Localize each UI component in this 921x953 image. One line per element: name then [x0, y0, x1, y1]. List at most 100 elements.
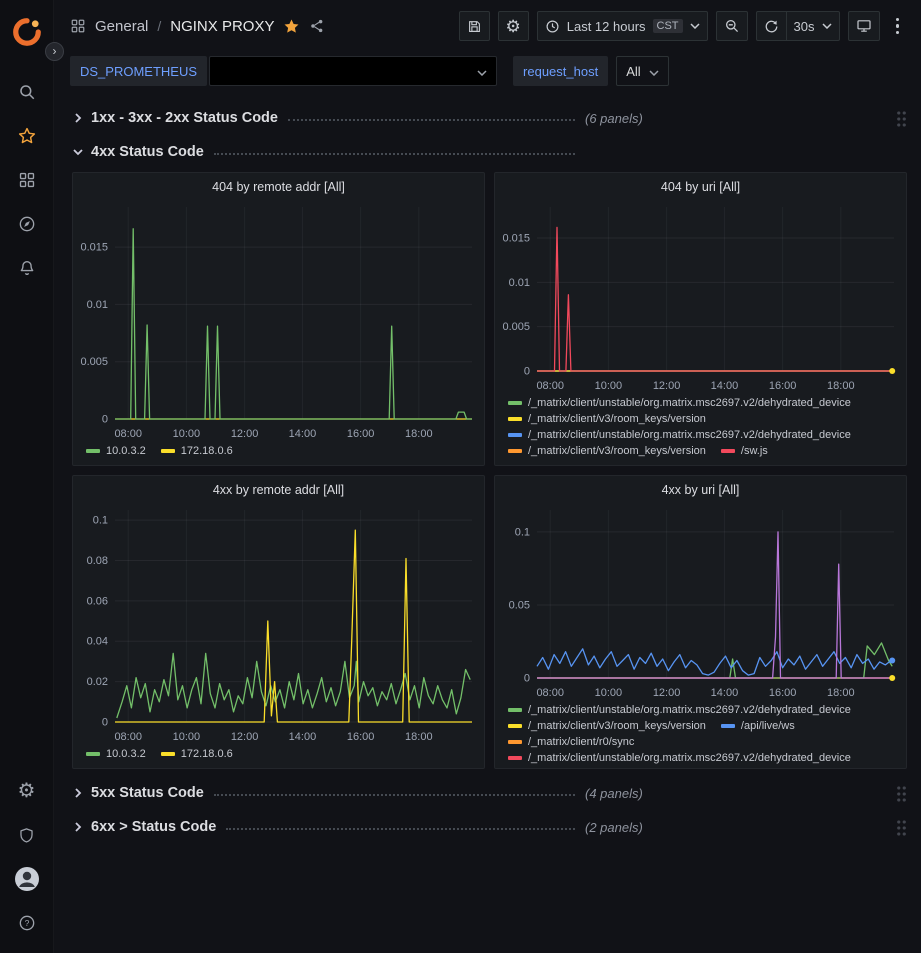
shield-icon	[18, 827, 35, 844]
row-panel-count: (4 panels)	[585, 786, 643, 801]
legend-item[interactable]: 172.18.0.6	[161, 748, 233, 760]
svg-text:0.015: 0.015	[80, 242, 108, 254]
sidebar-item-explore[interactable]	[7, 202, 47, 246]
timeseries-chart[interactable]: 08:0010:0012:0014:0016:0018:0000.0050.01…	[495, 200, 906, 395]
series-swatch	[721, 449, 735, 453]
svg-text:16:00: 16:00	[769, 380, 797, 392]
row-title: 1xx - 3xx - 2xx Status Code	[91, 110, 278, 126]
share-icon[interactable]	[309, 18, 325, 34]
star-icon	[18, 127, 36, 145]
row-drag-handle[interactable]	[896, 785, 907, 802]
legend-item[interactable]: /_matrix/client/v3/room_keys/version	[508, 413, 706, 425]
svg-text:12:00: 12:00	[231, 731, 259, 743]
time-range-picker[interactable]: Last 12 hours CST	[537, 11, 708, 41]
legend-label: /_matrix/client/unstable/org.matrix.msc2…	[528, 752, 851, 764]
svg-text:14:00: 14:00	[711, 687, 739, 699]
legend-item[interactable]: /_matrix/client/v3/room_keys/version	[508, 720, 706, 732]
series-swatch	[508, 417, 522, 421]
legend-label: /_matrix/client/unstable/org.matrix.msc2…	[528, 397, 851, 409]
dashboard-settings-button[interactable]: ⚙	[498, 11, 529, 41]
svg-text:08:00: 08:00	[114, 731, 142, 743]
legend-item[interactable]: 10.0.3.2	[86, 445, 146, 457]
sidebar-item-profile[interactable]	[7, 857, 47, 901]
breadcrumb-dashboard-title[interactable]: NGINX PROXY	[170, 18, 274, 35]
refresh-button[interactable]	[756, 11, 787, 41]
svg-text:18:00: 18:00	[827, 687, 855, 699]
gear-icon: ⚙	[506, 18, 521, 35]
row-drag-handle[interactable]	[896, 110, 907, 127]
svg-text:0.02: 0.02	[87, 676, 108, 688]
panel-legend: 10.0.3.2 172.18.0.6	[73, 443, 484, 465]
sidebar-item-server-admin[interactable]	[7, 813, 47, 857]
breadcrumb-separator: /	[157, 18, 161, 34]
series-swatch	[508, 433, 522, 437]
save-dashboard-button[interactable]	[459, 11, 490, 41]
legend-item[interactable]: /_matrix/client/unstable/org.matrix.msc2…	[508, 752, 851, 764]
series-swatch	[508, 708, 522, 712]
svg-text:08:00: 08:00	[536, 380, 564, 392]
timeseries-chart[interactable]: 08:0010:0012:0014:0016:0018:0000.0050.01…	[73, 200, 484, 443]
legend-item[interactable]: 172.18.0.6	[161, 445, 233, 457]
legend-item[interactable]: /_matrix/client/r0/sync	[508, 736, 634, 748]
sidebar-item-alerting[interactable]	[7, 246, 47, 290]
svg-text:?: ?	[24, 918, 29, 928]
panel-4xx-by-uri: 4xx by uri [All] 08:0010:0012:0014:0016:…	[494, 475, 907, 769]
legend-item[interactable]: /_matrix/client/unstable/org.matrix.msc2…	[508, 397, 851, 409]
legend-label: /_matrix/client/unstable/org.matrix.msc2…	[528, 704, 851, 716]
svg-text:08:00: 08:00	[536, 687, 564, 699]
variable-value-dropdown[interactable]: All	[616, 56, 668, 86]
legend-label: 10.0.3.2	[106, 445, 146, 457]
grafana-logo[interactable]	[7, 10, 47, 54]
panel-title[interactable]: 4xx by uri [All]	[495, 476, 906, 503]
row-title: 5xx Status Code	[91, 785, 204, 801]
legend-item[interactable]: /sw.js	[721, 445, 768, 457]
tv-mode-button[interactable]	[848, 11, 880, 41]
timeseries-chart[interactable]: 08:0010:0012:0014:0016:0018:0000.050.1	[495, 503, 906, 702]
svg-text:0.01: 0.01	[87, 299, 108, 311]
breadcrumb-section[interactable]: General	[95, 18, 148, 35]
legend-item[interactable]: /api/live/ws	[721, 720, 795, 732]
panel-legend: /_matrix/client/unstable/org.matrix.msc2…	[495, 702, 906, 768]
legend-item[interactable]: /_matrix/client/unstable/org.matrix.msc2…	[508, 704, 851, 716]
panel-title[interactable]: 4xx by remote addr [All]	[73, 476, 484, 503]
row-header-6xx[interactable]: 6xx > Status Code (2 panels)	[72, 813, 907, 841]
favorite-star-icon[interactable]	[283, 18, 300, 35]
variable-value-dropdown[interactable]	[209, 56, 497, 86]
row-dotted-leader	[214, 794, 575, 796]
legend-item[interactable]: /_matrix/client/v3/room_keys/version	[508, 445, 706, 457]
legend-item[interactable]: /_matrix/client/unstable/org.matrix.msc2…	[508, 429, 851, 441]
main-area: General / NGINX PROXY ⚙ Last 12 hour	[54, 0, 921, 953]
svg-text:0.1: 0.1	[515, 526, 530, 538]
variable-label: DS_PROMETHEUS	[70, 56, 207, 86]
panel-title[interactable]: 404 by remote addr [All]	[73, 173, 484, 200]
svg-text:16:00: 16:00	[347, 731, 375, 743]
apps-grid-icon[interactable]	[70, 18, 86, 34]
sidebar-item-configuration[interactable]: ⚙	[7, 769, 47, 813]
sidebar-item-starred[interactable]	[7, 114, 47, 158]
row-drag-handle[interactable]	[896, 819, 907, 836]
clock-icon	[545, 19, 560, 34]
panel-title[interactable]: 404 by uri [All]	[495, 173, 906, 200]
sidebar-item-search[interactable]	[7, 70, 47, 114]
sidebar-expand-button[interactable]: ›	[45, 42, 64, 61]
legend-label: /sw.js	[741, 445, 768, 457]
legend-item[interactable]: 10.0.3.2	[86, 748, 146, 760]
zoom-out-time-button[interactable]	[716, 11, 748, 41]
series-swatch	[161, 449, 175, 453]
row-header-1xx-3xx-2xx[interactable]: 1xx - 3xx - 2xx Status Code (6 panels)	[72, 104, 907, 132]
svg-text:0: 0	[524, 366, 530, 378]
sidebar-item-help[interactable]: ?	[7, 901, 47, 945]
more-options-kebab-icon[interactable]	[888, 18, 908, 35]
refresh-interval-dropdown[interactable]: 30s	[787, 11, 840, 41]
sidebar-item-dashboards[interactable]	[7, 158, 47, 202]
grafana-app: ⚙ ? › General / NGINX PROXY	[0, 0, 921, 953]
refresh-group: 30s	[756, 11, 840, 41]
time-range-label: Last 12 hours	[567, 19, 646, 34]
svg-text:0.005: 0.005	[80, 356, 108, 368]
row-header-4xx[interactable]: 4xx Status Code	[72, 138, 907, 166]
row-header-5xx[interactable]: 5xx Status Code (4 panels)	[72, 779, 907, 807]
svg-text:14:00: 14:00	[289, 428, 317, 440]
legend-label: 172.18.0.6	[181, 748, 233, 760]
timeseries-chart[interactable]: 08:0010:0012:0014:0016:0018:0000.020.040…	[73, 503, 484, 746]
chevron-down-icon	[690, 23, 700, 29]
